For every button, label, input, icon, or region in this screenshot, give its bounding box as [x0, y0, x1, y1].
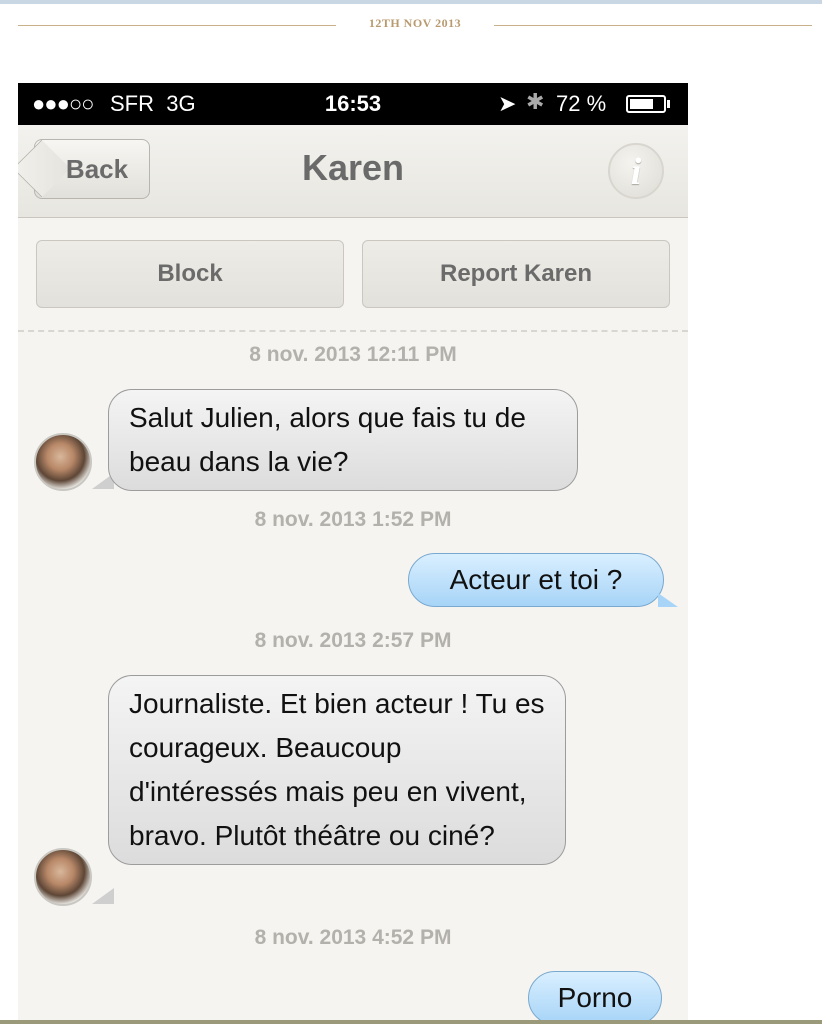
conversation-title: Karen [301, 147, 405, 188]
phone-screenshot: ●●●○○ SFR 3G 16:53 ➤ ✱ 72 % Back Karen i… [18, 83, 688, 1024]
battery-tip [667, 100, 670, 108]
message-timestamp: 8 nov. 2013 12:11 PM [249, 343, 457, 366]
bubble-tail [658, 593, 678, 607]
block-button[interactable]: Block [36, 240, 344, 308]
incoming-message[interactable]: Salut Julien, alors que fais tu de beau … [108, 389, 578, 491]
status-bar: ●●●○○ SFR 3G 16:53 ➤ ✱ 72 % [18, 83, 688, 125]
message-timestamp: 8 nov. 2013 1:52 PM [254, 508, 452, 531]
battery-icon [626, 95, 666, 113]
message-timestamp: 8 nov. 2013 2:57 PM [254, 629, 452, 652]
date-rule-right [494, 25, 812, 26]
divider [18, 330, 688, 332]
bottom-rule [0, 1020, 822, 1024]
top-rule [0, 0, 822, 4]
info-button[interactable]: i [608, 143, 664, 199]
report-button[interactable]: Report Karen [362, 240, 670, 308]
post-date: 12TH NOV 2013 [368, 16, 462, 30]
incoming-message[interactable]: Journaliste. Et bien acteur ! Tu es cour… [108, 675, 566, 865]
avatar[interactable] [34, 433, 92, 491]
date-rule-left [18, 25, 336, 26]
avatar[interactable] [34, 848, 92, 906]
bluetooth-icon: ✱ [526, 89, 545, 114]
outgoing-message[interactable]: Porno [528, 971, 662, 1024]
message-timestamp: 8 nov. 2013 4:52 PM [254, 926, 452, 949]
location-arrow-icon: ➤ [498, 91, 517, 116]
outgoing-message[interactable]: Acteur et toi ? [408, 553, 664, 607]
battery-percent: 72 % [556, 91, 607, 116]
navigation-bar: Back Karen i [18, 125, 688, 218]
bubble-tail [92, 888, 114, 904]
